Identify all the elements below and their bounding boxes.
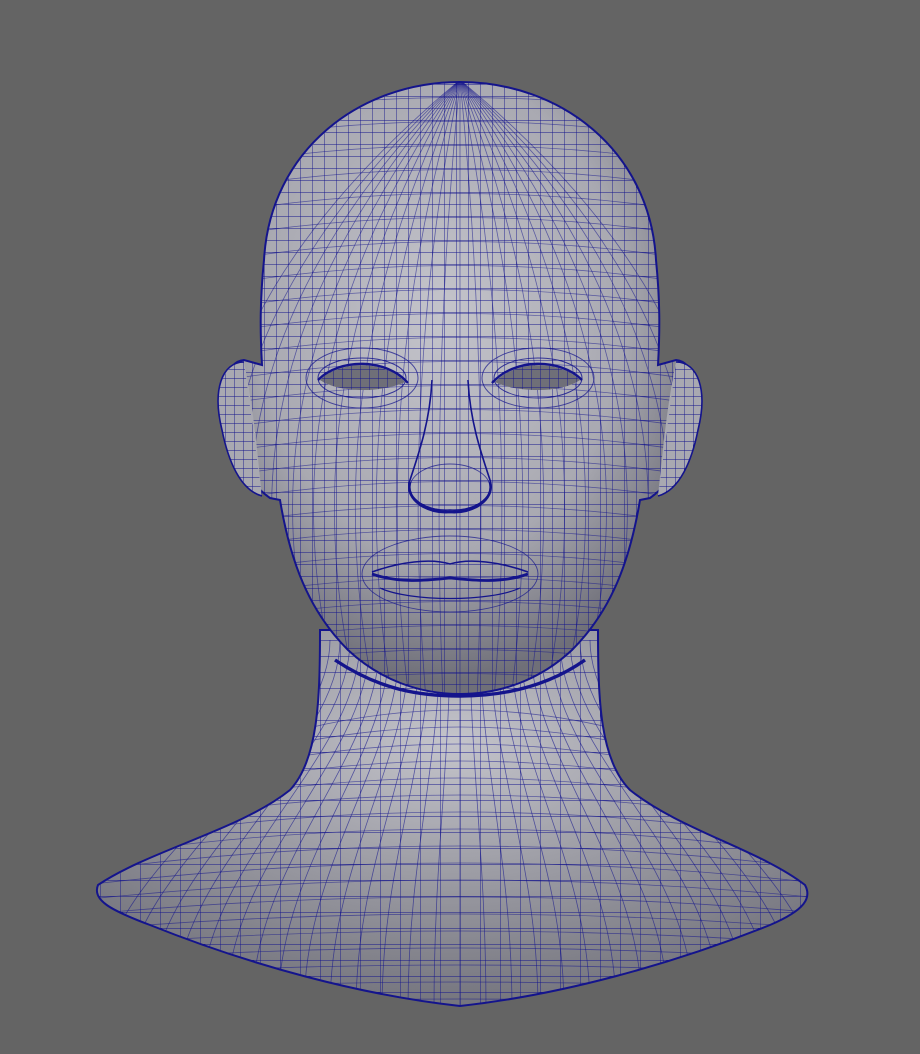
3d-viewport[interactable] — [0, 0, 920, 1054]
head-surface-mesh — [224, 81, 696, 695]
head-mesh[interactable] — [0, 0, 920, 1054]
